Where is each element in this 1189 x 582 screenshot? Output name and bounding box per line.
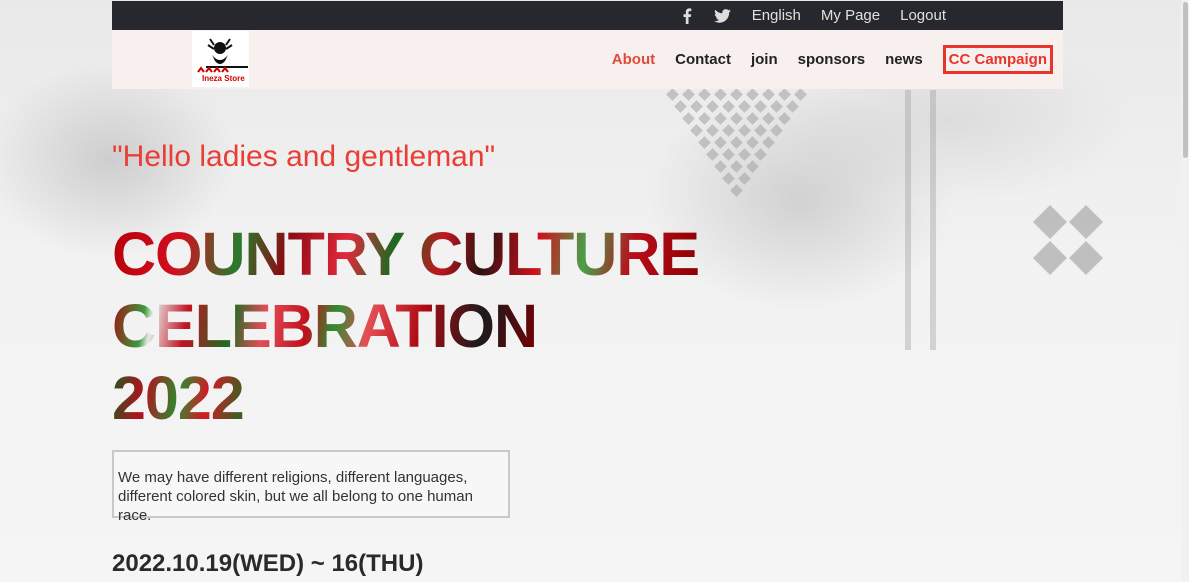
diamond-dot [722,124,735,137]
diamond-pattern-decoration [666,88,828,200]
diamond-dot [682,112,695,125]
title-line-2: CELEBRATION [112,292,538,360]
diamond-dot [730,112,743,125]
my-page-link[interactable]: My Page [821,7,880,24]
diamond-dot [754,124,767,137]
diamond-dot [794,88,807,101]
diamond-dot [770,100,783,113]
cc-campaign-button[interactable]: CC Campaign [942,45,1053,74]
facebook-icon[interactable] [678,7,696,24]
scrollbar[interactable] [1181,0,1189,582]
diamond-dot [738,124,751,137]
diamond-dot [738,100,751,113]
diamond-dot [754,148,767,161]
diamond-dot [746,88,759,101]
diamond-dot [714,160,727,173]
background-pillar [930,90,936,350]
diamond-dot [746,160,759,173]
diamond-dot [706,148,719,161]
background-pillar [905,90,911,350]
diamond-dot [698,112,711,125]
diamond-dot [722,172,735,185]
quote-line-1: We may have different religions, differe… [118,469,468,486]
diamond-dot [746,112,759,125]
diamond-dot [778,112,791,125]
diamond-dot [738,148,751,161]
logo-image: Ineza Store [197,38,248,83]
nav-about[interactable]: About [612,51,655,68]
scrollbar-thumb[interactable] [1183,2,1188,158]
title-line-3: 2022 [112,364,245,432]
diamond-dot [730,136,743,149]
diamond-dot [746,136,759,149]
diamond-dot [706,100,719,113]
quote-box: We may have different religions, differe… [112,450,510,524]
diamond-dot [730,88,743,101]
twitter-icon[interactable] [714,8,732,24]
logout-link[interactable]: Logout [900,7,946,24]
diamond-dot [722,148,735,161]
diamond-dot [666,88,679,101]
diamond-dot [754,100,767,113]
quote-line-2: different colored skin, but we all belon… [118,488,473,524]
diamond-dot [690,124,703,137]
diamond-dot [778,88,791,101]
language-link[interactable]: English [752,7,801,24]
x-pattern-decoration [1033,205,1103,275]
diamond-dot [714,88,727,101]
diamond-dot [674,100,687,113]
title-line-1: COUNTRY CULTURE [112,220,700,288]
diamond-dot [762,136,775,149]
diamond-dot [714,112,727,125]
nav-news[interactable]: news [885,51,923,68]
diamond-dot [690,100,703,113]
diamond-dot [714,136,727,149]
nav-join[interactable]: join [751,51,778,68]
svg-text:Ineza Store: Ineza Store [202,74,245,83]
diamond-dot [722,100,735,113]
top-bar: English My Page Logout [112,1,1063,30]
diamond-dot [698,136,711,149]
diamond-dot [730,184,743,197]
nav-sponsors[interactable]: sponsors [798,51,866,68]
diamond-dot [770,124,783,137]
store-logo[interactable]: Ineza Store [192,31,249,87]
main-nav: Ineza Store About Contact join sponsors … [112,30,1063,89]
greeting-text: "Hello ladies and gentleman" [112,140,496,173]
diamond-dot [698,88,711,101]
diamond-dot [762,88,775,101]
diamond-dot [706,124,719,137]
event-date: 2022.10.19(WED) ~ 16(THU) [112,550,424,577]
diamond-dot [730,160,743,173]
diamond-dot [786,100,799,113]
diamond-dot [762,112,775,125]
diamond-dot [682,88,695,101]
nav-contact[interactable]: Contact [675,51,731,68]
diamond-dot [738,172,751,185]
